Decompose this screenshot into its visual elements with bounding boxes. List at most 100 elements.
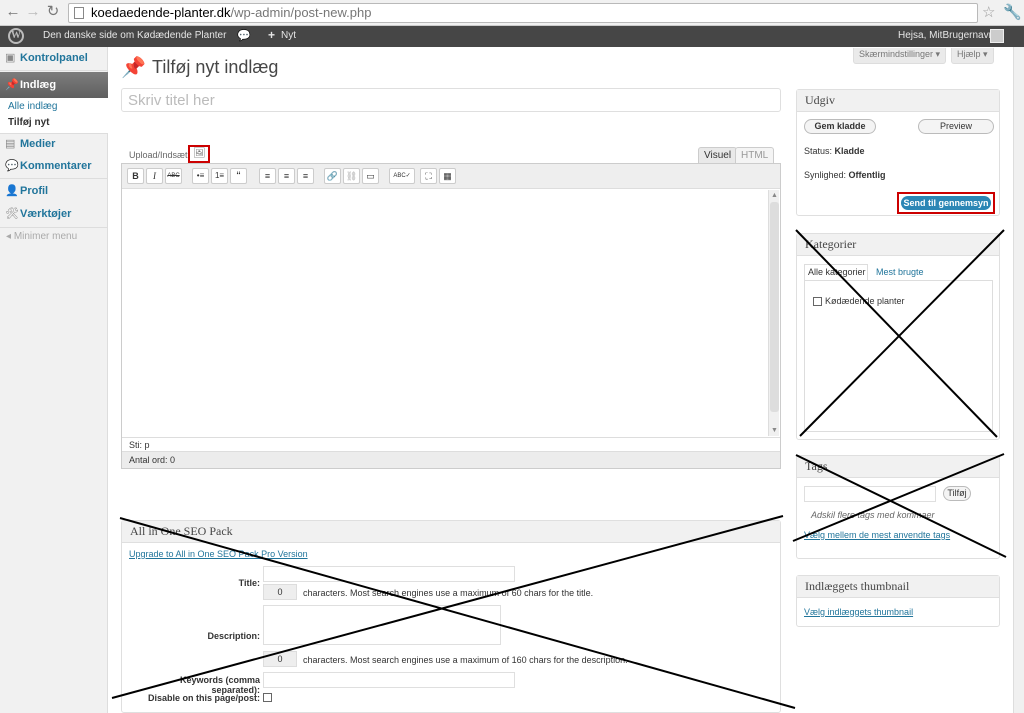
set-thumbnail-link[interactable]: Vælg indlæggets thumbnail xyxy=(804,607,913,617)
numbered-list-button[interactable]: 1≡ xyxy=(211,168,228,184)
seo-description-count: 0 xyxy=(263,651,297,667)
submit-for-review-button[interactable]: Send til gennemsyn xyxy=(901,196,991,210)
star-icon[interactable]: ☆ xyxy=(982,3,995,21)
tags-box-title: Tags xyxy=(797,456,999,478)
word-count: Antal ord: 0 xyxy=(122,451,780,468)
title-placeholder: Skriv titel her xyxy=(128,92,215,109)
help-label: Hjælp xyxy=(957,49,981,59)
align-right-button[interactable]: ≡ xyxy=(297,168,314,184)
menu-profile[interactable]: 👤 Profil xyxy=(0,180,108,202)
tag-input[interactable] xyxy=(804,486,936,502)
address-bar[interactable]: koedaedende-planter.dk/wp-admin/post-new… xyxy=(68,3,978,23)
editor-toolbar: B I ABC •≡ 1≡ “ ≡ ≡ ≡ 🔗 ⛓ ▭ ABC✓ ⛶ ▦ xyxy=(122,164,780,189)
thumbnail-box: Indlæggets thumbnail Vælg indlæggets thu… xyxy=(796,575,1000,627)
page-scrollbar[interactable] xyxy=(1013,47,1024,713)
wordpress-logo-icon[interactable]: W xyxy=(8,28,24,44)
menu-tools[interactable]: 🛠 Værktøjer xyxy=(0,203,108,225)
seo-title-note: characters. Most search engines use a ma… xyxy=(303,588,594,598)
menu-dashboard-label: Kontrolpanel xyxy=(20,52,88,64)
avatar[interactable] xyxy=(990,29,1004,43)
align-left-button[interactable]: ≡ xyxy=(259,168,276,184)
save-draft-button[interactable]: Gem kladde xyxy=(804,119,876,134)
site-name-link[interactable]: Den danske side om Kødædende Planter xyxy=(43,30,226,41)
editor: B I ABC •≡ 1≡ “ ≡ ≡ ≡ 🔗 ⛓ ▭ ABC✓ ⛶ ▦ ▲ ▼… xyxy=(121,163,781,469)
bold-button[interactable]: B xyxy=(127,168,144,184)
menu-posts[interactable]: 📌 Indlæg xyxy=(0,72,108,98)
more-tag-button[interactable]: ▭ xyxy=(362,168,379,184)
greeting-link[interactable]: Hejsa, MitBrugernavn xyxy=(898,30,994,41)
menu-comments-label: Kommentarer xyxy=(20,160,92,172)
pin-icon: 📌 xyxy=(5,79,19,91)
seo-description-label: Description: xyxy=(207,631,260,641)
categories-box: Kategorier Alle kategorier Mest brugte K… xyxy=(796,233,1000,440)
back-icon[interactable]: ← xyxy=(4,3,22,21)
italic-button[interactable]: I xyxy=(146,168,163,184)
tags-box: Tags Tilføj Adskil flere tags med kommae… xyxy=(796,455,1000,559)
thumbnail-box-title: Indlæggets thumbnail xyxy=(797,576,999,598)
align-center-button[interactable]: ≡ xyxy=(278,168,295,184)
seo-upgrade-link[interactable]: Upgrade to All in One SEO Pack Pro Versi… xyxy=(129,549,308,559)
kitchen-sink-button[interactable]: ▦ xyxy=(439,168,456,184)
menu-tools-label: Værktøjer xyxy=(20,208,72,220)
comments-icon[interactable]: 💬 xyxy=(237,29,251,42)
menu-separator xyxy=(0,227,108,228)
tab-visual[interactable]: Visuel xyxy=(698,147,738,164)
add-media-icon[interactable]: 🖼 xyxy=(188,145,210,163)
help-button[interactable]: Hjælp ▾ xyxy=(951,48,994,64)
category-checkbox[interactable] xyxy=(813,297,822,306)
screen-options-button[interactable]: Skærmindstillinger ▾ xyxy=(853,48,947,64)
visibility-label: Synlighed: xyxy=(804,170,847,180)
scroll-up-icon[interactable]: ▲ xyxy=(770,191,779,200)
post-pin-icon: 📌 xyxy=(121,57,146,79)
fullscreen-button[interactable]: ⛶ xyxy=(420,168,437,184)
visibility-value: Offentlig xyxy=(848,170,886,180)
seo-keywords-input[interactable] xyxy=(263,672,515,688)
reload-icon[interactable]: ↻ xyxy=(44,3,62,21)
blockquote-button[interactable]: “ xyxy=(230,168,247,184)
tab-all-categories[interactable]: Alle kategorier xyxy=(804,264,868,280)
media-icon: ▤ xyxy=(5,138,16,150)
submenu-all-posts[interactable]: Alle indlæg xyxy=(8,101,57,112)
strikethrough-button[interactable]: ABC xyxy=(165,168,182,184)
seo-box-title: All in One SEO Pack xyxy=(122,521,780,543)
seo-description-input[interactable] xyxy=(263,605,501,645)
forward-icon[interactable]: → xyxy=(24,3,42,21)
menu-dashboard[interactable]: ▣ Kontrolpanel xyxy=(0,47,108,69)
collapse-menu-label: Minimer menu xyxy=(13,231,78,242)
menu-media[interactable]: ▤ Medier xyxy=(0,133,108,155)
preview-button[interactable]: Preview xyxy=(918,119,994,134)
choose-tags-link[interactable]: Vælg mellem de mest anvendte tags xyxy=(804,530,950,540)
admin-menu: ▣ Kontrolpanel 📌 Indlæg Alle indlæg Tilføj… xyxy=(0,47,108,713)
scroll-thumb[interactable] xyxy=(770,202,779,412)
new-content-link[interactable]: Nyt xyxy=(281,30,296,41)
editor-scrollbar[interactable]: ▲ ▼ xyxy=(768,190,779,436)
browser-chrome: ← → ↻ koedaedende-planter.dk/wp-admin/po… xyxy=(0,0,1024,26)
menu-comments[interactable]: 💬 Kommentarer xyxy=(0,155,108,177)
collapse-menu[interactable]: ◂ Minimer menu xyxy=(6,231,77,242)
submit-highlight: Send til gennemsyn xyxy=(897,192,995,214)
add-media-glyph: 🖼 xyxy=(193,148,206,159)
seo-disable-checkbox[interactable] xyxy=(263,693,272,702)
editor-path: Sti: p xyxy=(122,437,780,451)
menu-profile-label: Profil xyxy=(20,185,49,197)
seo-pack-box: All in One SEO Pack Upgrade to All in On… xyxy=(121,520,781,713)
tab-html[interactable]: HTML xyxy=(735,147,775,164)
insert-link-button[interactable]: 🔗 xyxy=(324,168,341,184)
url-path: /wp-admin/post-new.php xyxy=(230,5,372,20)
status-label: Status: xyxy=(804,146,833,156)
tags-hint: Adskil flere tags med kommaer xyxy=(811,510,935,520)
wrench-icon[interactable]: 🔧 xyxy=(1003,3,1022,21)
submenu-add-new[interactable]: Tilføj nyt xyxy=(8,117,49,128)
seo-title-label: Title: xyxy=(238,578,260,588)
unlink-button[interactable]: ⛓ xyxy=(343,168,360,184)
seo-title-input[interactable] xyxy=(263,566,515,582)
seo-description-note: characters. Most search engines use a ma… xyxy=(303,655,628,665)
post-title-input[interactable]: Skriv titel her xyxy=(121,88,781,112)
scroll-down-icon[interactable]: ▼ xyxy=(770,426,779,435)
add-tag-button[interactable]: Tilføj xyxy=(943,486,971,501)
bullet-list-button[interactable]: •≡ xyxy=(192,168,209,184)
spellcheck-button[interactable]: ABC✓ xyxy=(389,168,415,184)
editor-content-area[interactable] xyxy=(122,190,780,436)
tab-most-used[interactable]: Mest brugte xyxy=(876,267,924,277)
status-value: Kladde xyxy=(834,146,865,156)
